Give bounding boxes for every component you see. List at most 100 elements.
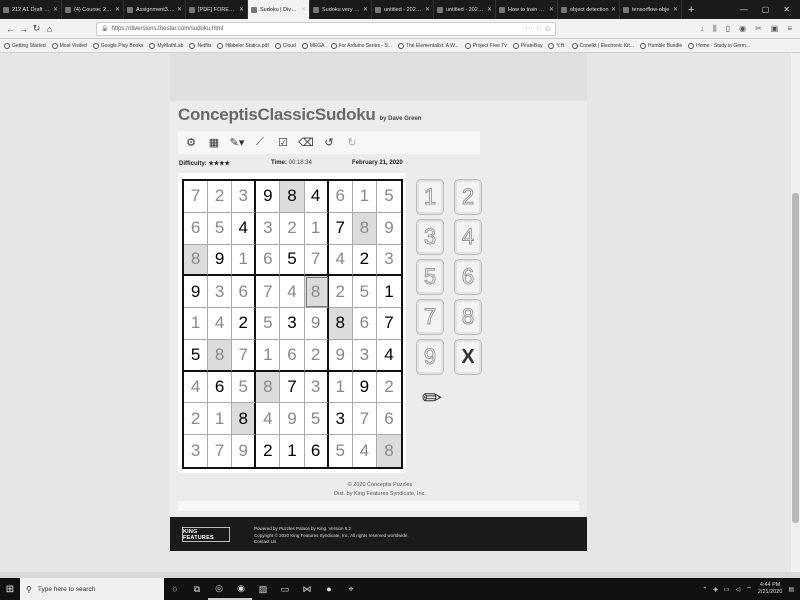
sudoku-cell[interactable]: 8 [184,244,209,277]
bookmark-item[interactable]: The Elementalist: A W... [397,42,459,49]
bookmark-item[interactable]: Most Visited [51,42,87,49]
new-tab-icon[interactable]: + [688,4,694,16]
bookmark-item[interactable]: For Arduino Series - S... [330,42,392,49]
sudoku-cell[interactable]: 3 [256,212,281,245]
tab-close-icon[interactable]: ✕ [115,6,120,13]
contact-us-link[interactable]: Contact Us [254,539,409,546]
sudoku-cell[interactable]: 5 [184,339,209,372]
sudoku-cell[interactable]: 2 [352,244,377,277]
number-button-6[interactable]: 6 [454,259,482,295]
scrollbar-thumb[interactable] [792,193,799,523]
browser-tab[interactable]: untitled - 202003 ✕ [372,0,434,19]
number-button-7[interactable]: 7 [416,299,444,335]
windows-start-icon[interactable]: ⊞ [0,584,20,595]
tab-close-icon[interactable]: ✕ [239,6,244,13]
sudoku-cell[interactable]: 2 [208,181,233,213]
sudoku-cell[interactable]: 8 [232,403,257,436]
sudoku-cell[interactable]: 7 [256,276,281,309]
sudoku-cell[interactable]: 5 [280,244,305,277]
bookmark-item[interactable]: Cloud [274,42,296,49]
sudoku-cell[interactable]: 1 [328,371,353,404]
sudoku-cell[interactable]: 1 [280,435,305,467]
calendar-icon[interactable]: ▦ [207,136,221,150]
tab-close-icon[interactable]: ✕ [363,6,368,13]
tab-close-icon[interactable]: ✕ [425,6,430,13]
browser-tab[interactable]: Sudoku very diffi ✕ [310,0,372,19]
sidebar-icon[interactable]: ▯ [726,24,730,34]
number-button-8[interactable]: 8 [454,299,482,335]
sudoku-cell[interactable]: 6 [232,276,257,309]
browser-tab[interactable]: [PDF] FORECASTI✕ [186,0,248,19]
browser-tab[interactable]: (4) Course: 2020S1 M✕ [62,0,124,19]
download-icon[interactable]: ↓ [700,24,704,34]
sudoku-cell[interactable]: 6 [376,403,401,436]
sudoku-cell[interactable]: 8 [352,212,377,245]
sudoku-cell[interactable]: 8 [280,181,305,213]
sudoku-cell[interactable]: 6 [208,371,233,404]
magic-wand-icon[interactable]: ⟋ [253,136,267,150]
tray-chevron-icon[interactable]: ⌃ [702,586,707,593]
sudoku-cell[interactable]: 3 [328,403,353,436]
back-icon[interactable]: ← [4,24,17,34]
sudoku-cell[interactable]: 7 [352,403,377,436]
sudoku-cell[interactable]: 4 [376,339,401,372]
sudoku-cell[interactable]: 2 [304,339,329,372]
sudoku-cell[interactable]: 1 [256,339,281,372]
clear-cell-button[interactable]: X [454,339,482,375]
tab-close-icon[interactable]: ✕ [301,6,306,13]
number-button-5[interactable]: 5 [416,259,444,295]
sudoku-cell[interactable]: 1 [304,212,329,245]
bookmark-item[interactable]: Humble Bundle [639,42,682,49]
number-button-2[interactable]: 2 [454,179,482,215]
sudoku-cell[interactable]: 3 [232,181,257,213]
media-icon[interactable]: ● [318,578,340,600]
volume-icon[interactable]: ◁ [736,586,741,593]
chrome-icon[interactable]: ◎ [208,578,230,600]
browser-tab[interactable]: How to train an o ✕ [496,0,558,19]
sudoku-cell[interactable]: 9 [376,212,401,245]
tab-close-icon[interactable]: ✕ [549,6,554,13]
pocket-icon[interactable]: ◌ [537,25,541,32]
wifi-icon[interactable]: ⌔ [746,585,752,593]
sudoku-cell[interactable]: 7 [304,244,329,277]
sudoku-cell[interactable]: 2 [256,435,281,467]
undo-icon[interactable]: ↺ [322,136,336,150]
sudoku-cell[interactable]: 9 [208,244,233,277]
bookmark-item[interactable]: Y.H. [548,42,566,49]
number-button-3[interactable]: 3 [416,219,444,255]
bookmark-item[interactable]: Project Free Tv [464,42,507,49]
sudoku-cell[interactable]: 1 [376,276,401,309]
sudoku-cell[interactable]: 2 [376,371,401,404]
taskbar-search[interactable]: ⚲ Type here to search [20,578,164,600]
library-icon[interactable]: ⫼ [713,24,717,34]
sudoku-cell[interactable]: 4 [232,212,257,245]
photos-icon[interactable]: ▨ [252,578,274,600]
extension-icon[interactable]: ▣ [771,24,779,34]
sudoku-cell[interactable]: 5 [208,212,233,245]
forward-icon[interactable]: → [17,24,30,34]
sudoku-cell[interactable]: 1 [352,181,377,213]
king-features-logo[interactable]: KING FEATURES [182,527,230,542]
sudoku-cell[interactable]: 4 [352,435,377,467]
sudoku-cell[interactable]: 2 [232,308,257,340]
sudoku-cell[interactable]: 3 [208,276,233,309]
sudoku-cell[interactable]: 4 [208,308,233,340]
pencil-icon[interactable]: ✏ [418,380,446,416]
tools-wrench-icon[interactable]: ✎▾ [230,136,245,150]
tab-close-icon[interactable]: ✕ [177,6,182,13]
browser-tab[interactable]: 212 A1 Draft - Goo✕ [0,0,62,19]
sudoku-cell[interactable]: 3 [304,371,329,404]
sudoku-cell[interactable]: 3 [352,339,377,372]
sudoku-cell[interactable]: 5 [256,308,281,340]
eraser-icon[interactable]: ⌫ [298,136,314,150]
minimize-icon[interactable]: — [740,5,748,14]
sudoku-cell[interactable]: 9 [304,308,329,340]
sudoku-cell[interactable]: 4 [280,276,305,309]
sudoku-cell[interactable]: 6 [256,244,281,277]
maximize-icon[interactable]: ▢ [762,5,770,14]
sudoku-cell[interactable]: 8 [304,276,329,309]
vertical-scrollbar[interactable] [791,53,800,572]
visual-studio-icon[interactable]: ⋈ [296,578,318,600]
account-icon[interactable]: ◉ [739,24,746,34]
sudoku-cell[interactable]: 2 [280,212,305,245]
